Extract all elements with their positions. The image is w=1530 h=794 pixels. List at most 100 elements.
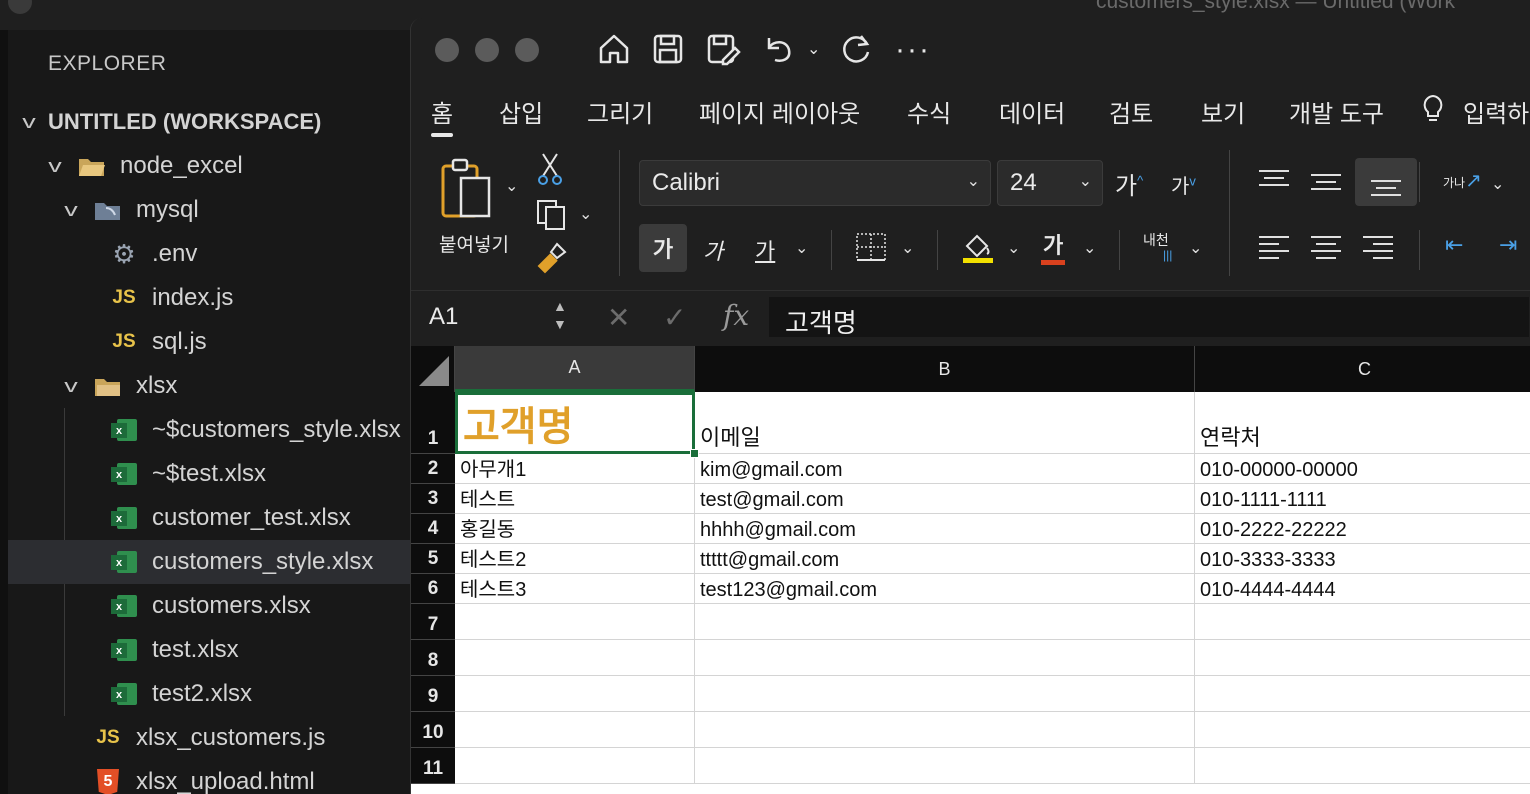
table-cell[interactable]: 테스트2	[455, 544, 695, 574]
tab-developer[interactable]: 개발 도구	[1289, 94, 1384, 129]
increase-indent-icon[interactable]: ⇥	[1499, 232, 1517, 258]
table-cell[interactable]: kim@gmail.com	[695, 454, 1195, 484]
tree-item-customer-test[interactable]: x customer_test.xlsx	[8, 496, 410, 540]
tree-item-customers-style[interactable]: x customers_style.xlsx	[8, 540, 410, 584]
table-cell[interactable]: 010-4444-4444	[1195, 574, 1530, 604]
table-cell[interactable]: 테스트	[455, 484, 695, 514]
phonetic-label[interactable]: 내천	[1143, 230, 1169, 250]
undo-icon[interactable]	[761, 32, 795, 75]
row-header-3[interactable]: 3	[411, 484, 455, 514]
save-as-icon[interactable]	[705, 32, 741, 75]
table-cell[interactable]: 010-2222-22222	[1195, 514, 1530, 544]
home-icon[interactable]	[597, 32, 631, 75]
cancel-icon[interactable]: ✕	[607, 301, 630, 334]
worksheet-grid[interactable]: A B C 1 2 3 4 5 6 7 8 9 10 11 고객명 이메일 연락처 아무개1 kim@gma…	[411, 346, 1530, 794]
column-header-c[interactable]: C	[1195, 346, 1530, 392]
borders-dropdown-icon[interactable]: ⌄	[901, 238, 914, 258]
tab-insert[interactable]: 삽입	[499, 94, 543, 129]
tree-item-index-js[interactable]: JS index.js	[8, 276, 410, 320]
font-color-dropdown-icon[interactable]: ⌄	[1083, 238, 1096, 258]
borders-icon[interactable]	[855, 232, 887, 267]
window-control-icon[interactable]	[8, 0, 32, 14]
tree-item-sql-js[interactable]: JS sql.js	[8, 320, 410, 364]
row-header-10[interactable]: 10	[411, 712, 455, 748]
tab-review[interactable]: 검토	[1109, 94, 1153, 129]
zoom-window-button[interactable]	[515, 38, 539, 62]
save-icon[interactable]	[651, 32, 685, 75]
row-header-2[interactable]: 2	[411, 454, 455, 484]
row-header-7[interactable]: 7	[411, 604, 455, 640]
copy-icon[interactable]	[535, 198, 569, 237]
cell-a1-selected[interactable]: 고객명	[455, 392, 695, 454]
tree-item-test2[interactable]: x test2.xlsx	[8, 672, 410, 716]
italic-button[interactable]: 가	[703, 234, 723, 266]
row-header-4[interactable]: 4	[411, 514, 455, 544]
row-header-1[interactable]: 1	[411, 392, 455, 454]
align-center-icon[interactable]	[1311, 236, 1341, 259]
tab-data[interactable]: 데이터	[999, 94, 1065, 129]
tree-item-mysql[interactable]: v mysql	[8, 188, 410, 232]
formula-input[interactable]: 고객명	[769, 297, 1529, 338]
column-header-b[interactable]: B	[695, 346, 1195, 392]
align-top-icon[interactable]	[1259, 170, 1289, 192]
undo-dropdown-icon[interactable]: ⌄	[807, 32, 820, 68]
underline-dropdown-icon[interactable]: ⌄	[795, 238, 808, 258]
paste-icon[interactable]	[439, 158, 499, 225]
tree-item-xlsx-folder[interactable]: v xlsx	[8, 364, 410, 408]
align-right-icon[interactable]	[1363, 236, 1393, 259]
name-box[interactable]: A1	[429, 303, 458, 331]
row-header-11[interactable]: 11	[411, 748, 455, 784]
tree-item-xlsx-customers-js[interactable]: JS xlsx_customers.js	[8, 716, 410, 760]
font-size-dropdown[interactable]: 24 ⌄	[997, 160, 1103, 206]
orientation-icon[interactable]: 가나↗	[1443, 168, 1482, 193]
phonetic-dropdown-icon[interactable]: ⌄	[1189, 238, 1202, 258]
table-cell[interactable]: 테스트3	[455, 574, 695, 604]
table-cell[interactable]: 연락처	[1195, 392, 1530, 454]
enter-icon[interactable]: ✓	[663, 301, 686, 334]
table-cell[interactable]: 이메일	[695, 392, 1195, 454]
tree-item-node-excel[interactable]: v node_excel	[8, 144, 410, 188]
more-icon[interactable]: ···	[895, 32, 931, 68]
workspace-header[interactable]: v UNTITLED (WORKSPACE)	[8, 100, 410, 144]
redo-icon[interactable]	[839, 32, 873, 75]
lightbulb-icon[interactable]	[1421, 94, 1445, 131]
close-window-button[interactable]	[435, 38, 459, 62]
tree-item-test[interactable]: x test.xlsx	[8, 628, 410, 672]
table-cell[interactable]: 010-3333-3333	[1195, 544, 1530, 574]
increase-font-button[interactable]: 가^	[1115, 166, 1143, 201]
tree-item-temp-customers-style[interactable]: x ~$customers_style.xlsx	[8, 408, 410, 452]
copy-dropdown-icon[interactable]: ⌄	[579, 204, 592, 224]
tab-draw[interactable]: 그리기	[587, 94, 653, 129]
font-name-dropdown[interactable]: Calibri ⌄	[639, 160, 991, 206]
bold-button[interactable]: 가	[639, 224, 687, 272]
table-cell[interactable]: 010-1111-1111	[1195, 484, 1530, 514]
table-cell[interactable]: 홍길동	[455, 514, 695, 544]
minimize-window-button[interactable]	[475, 38, 499, 62]
table-cell[interactable]: test123@gmail.com	[695, 574, 1195, 604]
tree-item-xlsx-upload-html[interactable]: 5 xlsx_upload.html	[8, 760, 410, 794]
align-middle-icon[interactable]	[1311, 174, 1341, 196]
fill-color-icon[interactable]	[961, 230, 995, 269]
row-header-8[interactable]: 8	[411, 640, 455, 676]
tab-page-layout[interactable]: 페이지 레이아웃	[699, 94, 860, 129]
tab-view[interactable]: 보기	[1201, 94, 1245, 129]
table-cell[interactable]: hhhh@gmail.com	[695, 514, 1195, 544]
table-cell[interactable]: 010-00000-00000	[1195, 454, 1530, 484]
tree-item-env[interactable]: ⚙ .env	[8, 232, 410, 276]
row-header-6[interactable]: 6	[411, 574, 455, 604]
tree-item-temp-test[interactable]: x ~$test.xlsx	[8, 452, 410, 496]
align-bottom-button[interactable]	[1355, 158, 1417, 206]
underline-button[interactable]: 가	[755, 234, 775, 266]
table-cell[interactable]: 아무개1	[455, 454, 695, 484]
paste-dropdown-icon[interactable]: ⌄	[505, 176, 518, 196]
fill-color-dropdown-icon[interactable]: ⌄	[1007, 238, 1020, 258]
function-icon[interactable]: fx	[723, 299, 749, 332]
select-all-button[interactable]	[411, 346, 455, 392]
decrease-indent-icon[interactable]: ⇤	[1445, 232, 1463, 258]
decrease-font-button[interactable]: 가v	[1171, 170, 1196, 199]
row-header-5[interactable]: 5	[411, 544, 455, 574]
font-color-button[interactable]: 가	[1041, 228, 1066, 265]
format-painter-icon[interactable]	[535, 242, 569, 281]
fill-handle[interactable]	[690, 449, 699, 458]
column-header-a[interactable]: A	[455, 346, 695, 392]
